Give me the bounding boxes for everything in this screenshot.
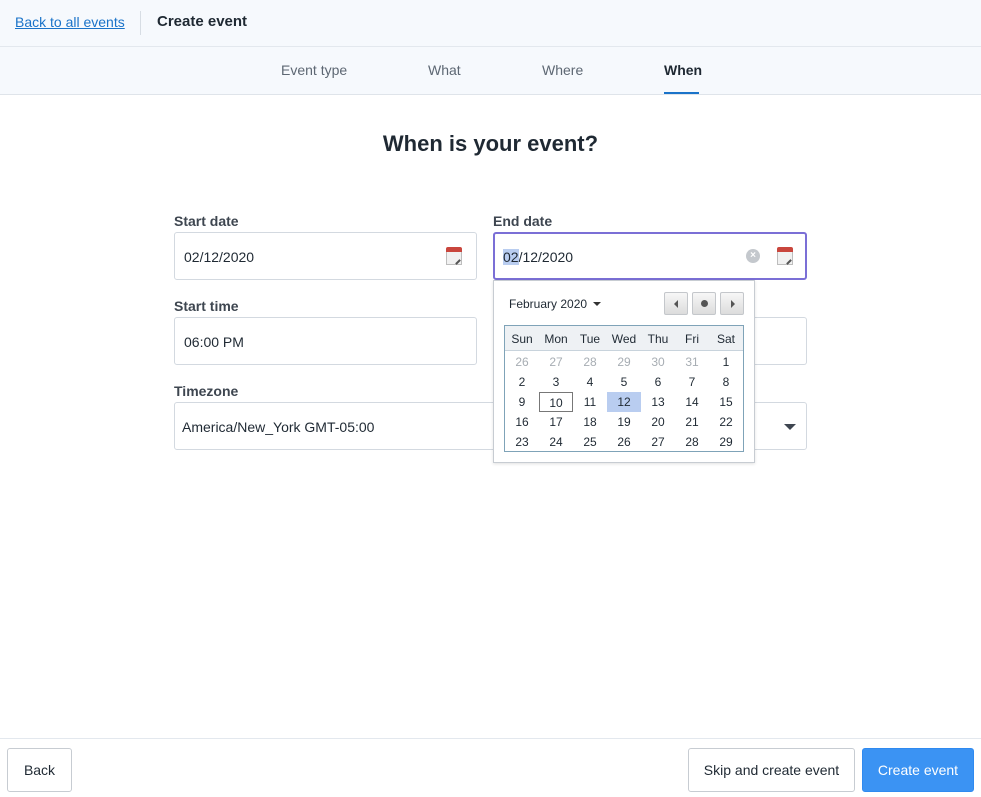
- calendar-day[interactable]: 28: [675, 432, 709, 452]
- calendar-day[interactable]: 11: [573, 392, 607, 412]
- end-date-rest-segment[interactable]: /12/2020: [519, 249, 574, 265]
- calendar-day[interactable]: 18: [573, 412, 607, 432]
- end-date-value: 02/12/2020: [503, 249, 573, 265]
- next-month-icon: [731, 300, 735, 308]
- tab-what[interactable]: What: [428, 62, 461, 78]
- calendar-day[interactable]: 13: [641, 392, 675, 412]
- tab-when[interactable]: When: [664, 62, 702, 78]
- calendar-day[interactable]: 19: [607, 412, 641, 432]
- today-dot-icon: [701, 300, 708, 307]
- step-tabs: Event type What Where When: [0, 47, 981, 95]
- calendar-day[interactable]: 16: [505, 412, 539, 432]
- end-date-month-segment[interactable]: 02: [503, 249, 519, 265]
- tab-event-type[interactable]: Event type: [281, 62, 347, 78]
- calendar-day[interactable]: 26: [607, 432, 641, 452]
- weekday-label: Tue: [579, 332, 601, 346]
- calendar-day[interactable]: 3: [539, 372, 573, 392]
- start-time-value: 06:00 PM: [184, 334, 244, 350]
- start-date-input[interactable]: 02/12/2020: [174, 232, 477, 280]
- calendar-day[interactable]: 1: [709, 352, 743, 372]
- weekday-label: Sun: [511, 332, 533, 346]
- clear-icon[interactable]: ×: [746, 249, 760, 263]
- calendar-day[interactable]: 5: [607, 372, 641, 392]
- calendar-grid: Sun Mon Tue Wed Thu Fri Sat 26 27 28 29 30 31 1 2 3 4 5 6…: [504, 325, 744, 452]
- today-button[interactable]: [692, 292, 716, 315]
- calendar-day[interactable]: 9: [505, 392, 539, 412]
- timezone-value: America/New_York GMT-05:00: [182, 419, 375, 435]
- calendar-day-other-month[interactable]: 26: [505, 352, 539, 372]
- section-heading: When is your event?: [382, 131, 599, 156]
- end-date-label: End date: [493, 213, 553, 229]
- calendar-day[interactable]: 24: [539, 432, 573, 452]
- weekday-label: Sat: [716, 332, 735, 346]
- datepicker-popup: February 2020 Sun Mon Tue Wed Thu Fri Sat 26 27…: [493, 280, 755, 463]
- calendar-day[interactable]: 23: [505, 432, 539, 452]
- weekday-label: Fri: [685, 332, 699, 346]
- timezone-label: Timezone: [174, 383, 239, 399]
- calendar-day-other-month[interactable]: 31: [675, 352, 709, 372]
- month-label: February 2020: [509, 297, 588, 311]
- topbar-divider: [140, 11, 141, 35]
- end-time-input[interactable]: [754, 317, 807, 365]
- tab-where[interactable]: Where: [542, 62, 583, 78]
- footer-bar: Back Skip and create event Create event: [0, 738, 981, 797]
- calendar-day[interactable]: 6: [641, 372, 675, 392]
- start-time-label: Start time: [174, 298, 239, 314]
- end-date-input[interactable]: 02/12/2020 ×: [493, 232, 807, 280]
- calendar-day[interactable]: 12: [607, 392, 641, 412]
- calendar-day[interactable]: 21: [675, 412, 709, 432]
- create-event-button[interactable]: Create event: [862, 748, 974, 792]
- prev-month-button[interactable]: [664, 292, 688, 315]
- calendar-day[interactable]: 27: [641, 432, 675, 452]
- calendar-day[interactable]: 14: [675, 392, 709, 412]
- calendar-day[interactable]: 8: [709, 372, 743, 392]
- calendar-day-other-month[interactable]: 30: [641, 352, 675, 372]
- weekday-header: Sun Mon Tue Wed Thu Fri Sat: [505, 326, 743, 351]
- calendar-day-other-month[interactable]: 28: [573, 352, 607, 372]
- weekday-label: Thu: [647, 332, 669, 346]
- weekday-label: Mon: [544, 332, 568, 346]
- weekday-label: Wed: [611, 332, 637, 346]
- next-month-button[interactable]: [720, 292, 744, 315]
- month-select[interactable]: February 2020: [509, 297, 602, 311]
- top-bar: Back to all events Create event: [0, 0, 981, 47]
- page-title: Create event: [157, 13, 248, 30]
- calendar-day[interactable]: 29: [709, 432, 743, 452]
- calendar-day-other-month[interactable]: 27: [539, 352, 573, 372]
- start-date-value: 02/12/2020: [184, 249, 255, 265]
- start-date-label: Start date: [174, 213, 239, 229]
- calendar-day[interactable]: 15: [709, 392, 743, 412]
- skip-and-create-button[interactable]: Skip and create event: [688, 748, 855, 792]
- calendar-icon[interactable]: [777, 247, 793, 265]
- back-to-all-events-link[interactable]: Back to all events: [15, 14, 125, 30]
- calendar-day[interactable]: 7: [675, 372, 709, 392]
- prev-month-icon: [674, 300, 678, 308]
- start-time-input[interactable]: 06:00 PM: [174, 317, 477, 365]
- calendar-icon[interactable]: [446, 247, 462, 265]
- calendar-day-other-month[interactable]: 29: [607, 352, 641, 372]
- calendar-day[interactable]: 2: [505, 372, 539, 392]
- back-button[interactable]: Back: [7, 748, 72, 792]
- calendar-day[interactable]: 17: [539, 412, 573, 432]
- calendar-day[interactable]: 4: [573, 372, 607, 392]
- calendar-day[interactable]: 25: [573, 432, 607, 452]
- month-caret-icon: [593, 302, 602, 306]
- calendar-day[interactable]: 20: [641, 412, 675, 432]
- calendar-day[interactable]: 10: [539, 392, 573, 412]
- caret-down-icon[interactable]: [784, 424, 796, 430]
- active-tab-indicator: [664, 92, 699, 94]
- calendar-day[interactable]: 22: [709, 412, 743, 432]
